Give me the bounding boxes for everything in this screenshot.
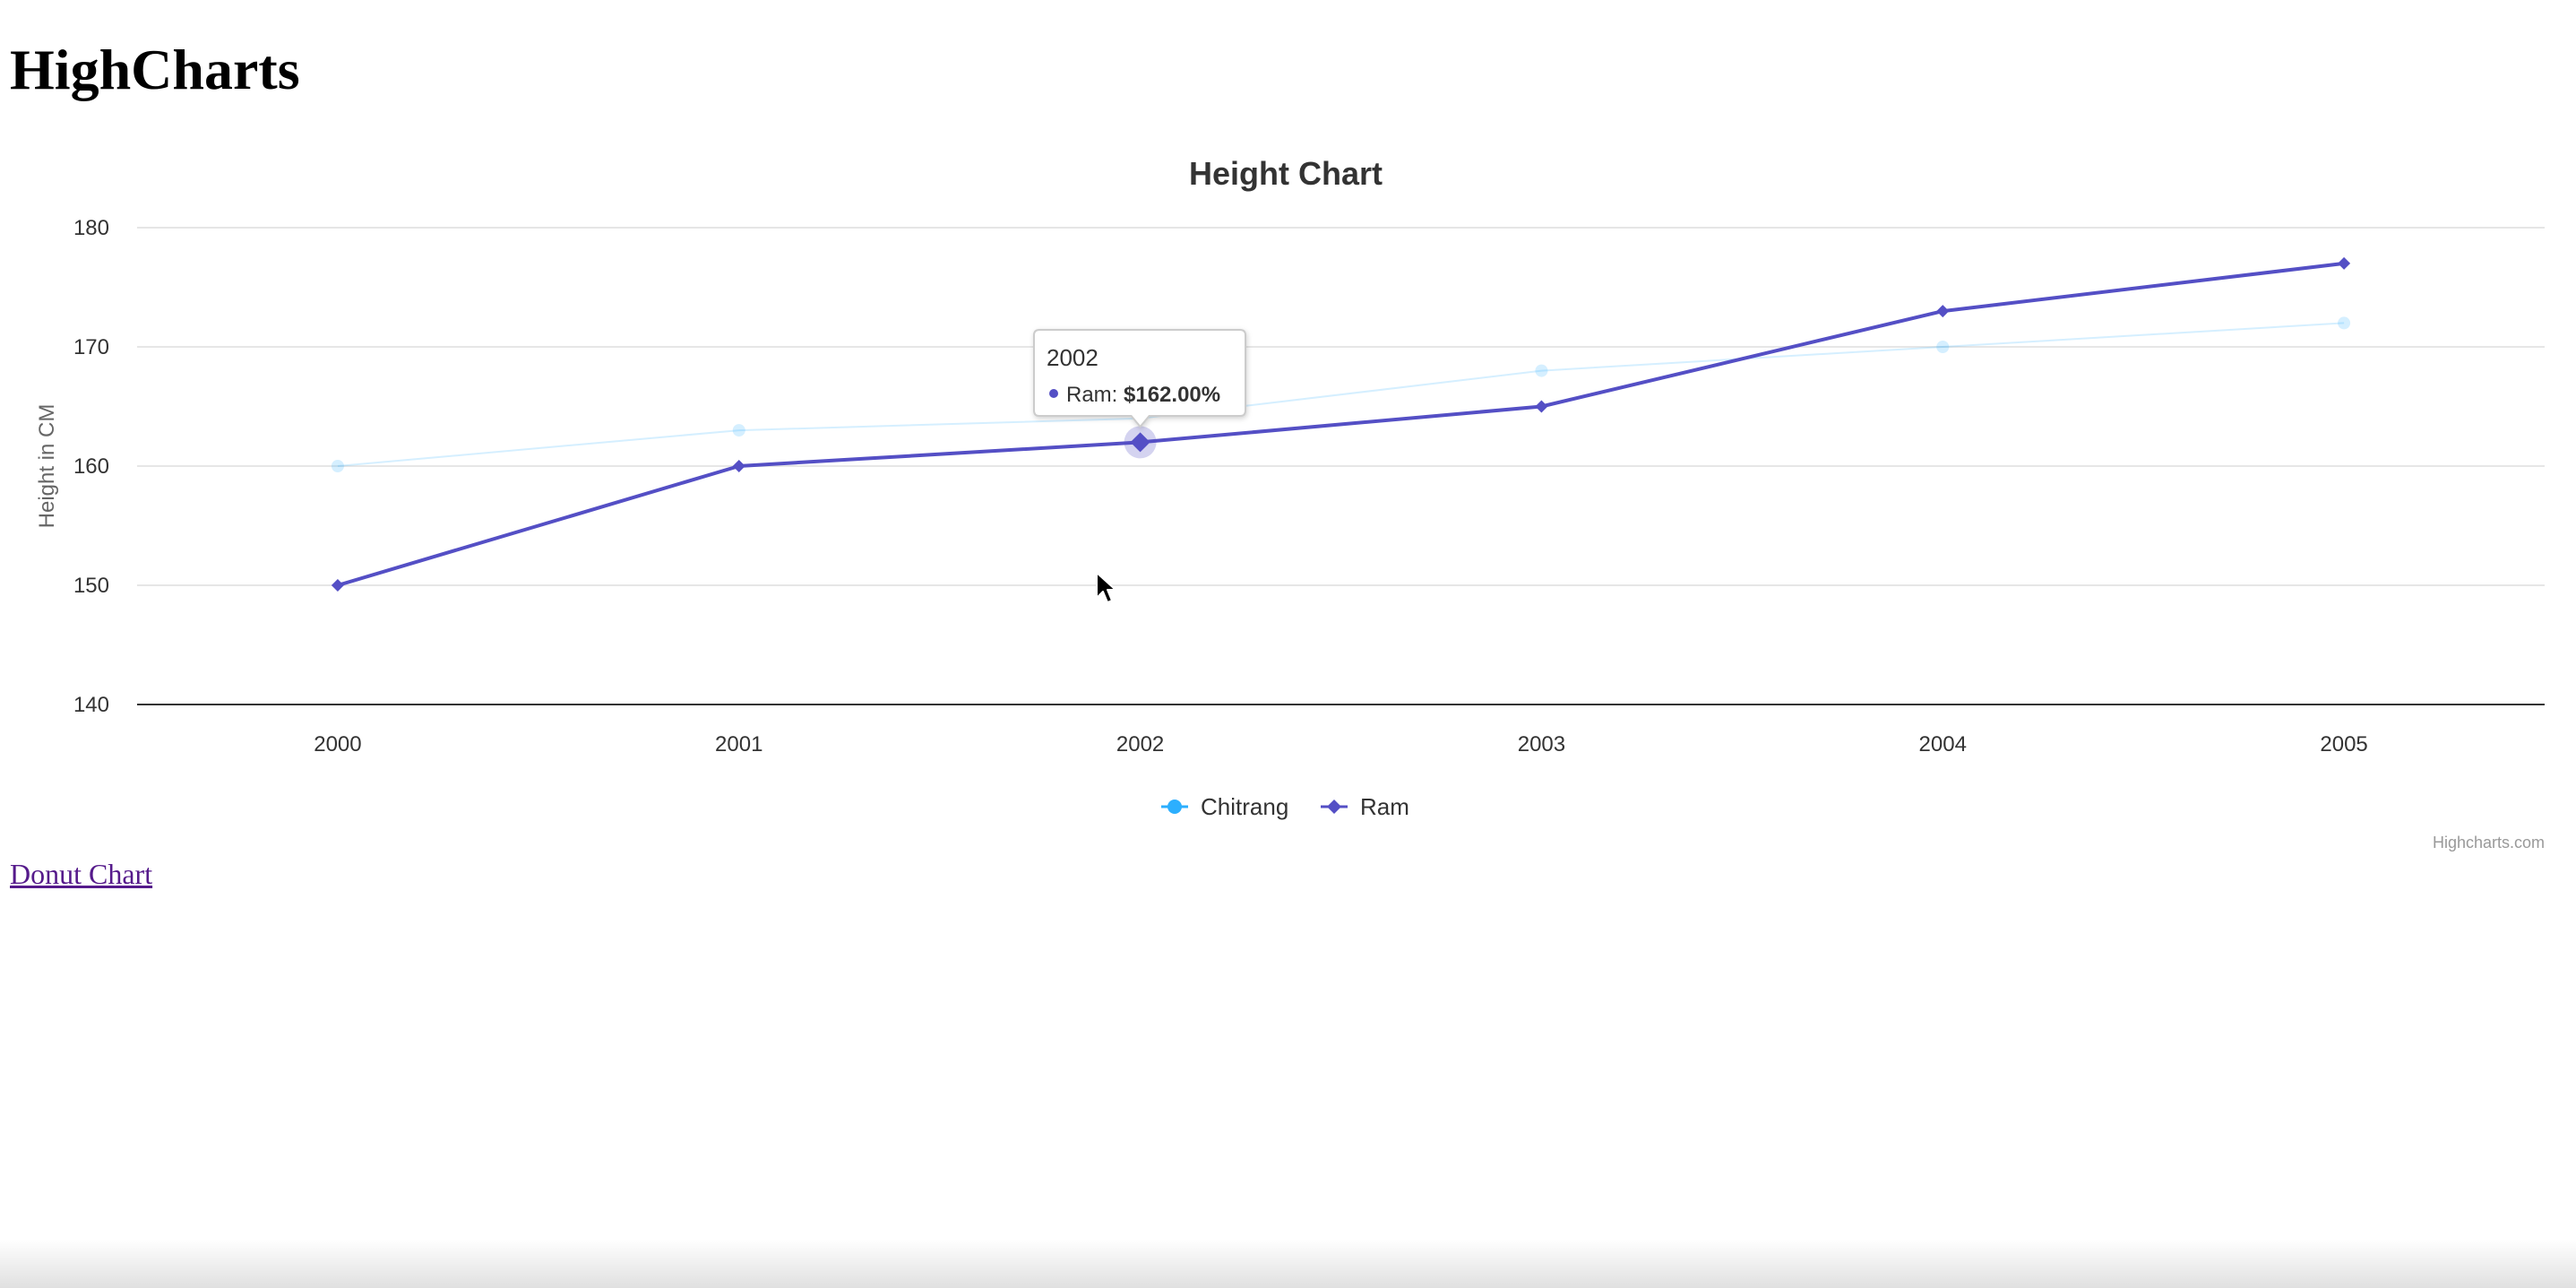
height-chart: Height Chart 140 150 160 170 180 Height in C…: [0, 134, 2576, 869]
x-tick-label: 2004: [1919, 732, 1967, 756]
legend-marker-icon: [1167, 800, 1182, 814]
data-point: [2338, 256, 2351, 270]
legend-label: Ram: [1360, 793, 1409, 820]
data-point: [2338, 316, 2351, 330]
tooltip-series-dot: [1049, 389, 1058, 398]
data-point: [1936, 305, 1950, 318]
y-tick-label: 160: [73, 454, 109, 479]
legend[interactable]: Chitrang Ram: [1161, 793, 1409, 820]
legend-label: Chitrang: [1201, 793, 1288, 820]
y-axis: 140 150 160 170 180: [73, 216, 109, 717]
series-line: [337, 322, 2345, 467]
legend-item-chitrang[interactable]: Chitrang: [1161, 793, 1288, 820]
page-heading: HighCharts: [10, 38, 300, 101]
mouse-cursor-icon: [1096, 572, 1116, 603]
y-axis-title: Height in CM: [35, 404, 59, 529]
data-point: [1535, 364, 1548, 377]
window-bottom-shadow: [0, 1239, 2576, 1288]
donut-chart-link[interactable]: Donut Chart: [10, 856, 152, 892]
data-point: [331, 579, 344, 592]
legend-marker-icon: [1327, 800, 1341, 814]
tooltip-header: 2002: [1047, 344, 1098, 371]
tooltip-series-label: Ram:: [1066, 383, 1124, 407]
y-tick-label: 150: [73, 574, 109, 598]
credits-link[interactable]: Highcharts.com: [2433, 834, 2545, 851]
series-line: [337, 261, 2345, 587]
tooltip-value: $162.00%: [1124, 383, 1220, 407]
tooltip: 2002 Ram: $162.00%: [1033, 329, 1246, 428]
y-tick-label: 180: [73, 216, 109, 240]
chart-title: Height Chart: [1189, 155, 1383, 192]
x-tick-label: 2005: [2320, 732, 2367, 756]
data-point: [732, 424, 745, 437]
data-point: [1535, 400, 1548, 413]
data-point: [732, 460, 745, 472]
y-tick-label: 140: [73, 693, 109, 717]
x-tick-label: 2003: [1518, 732, 1565, 756]
x-tick-label: 2001: [715, 732, 762, 756]
x-tick-label: 2000: [314, 732, 361, 756]
chart-svg: Height Chart 140 150 160 170 180 Height in C…: [35, 155, 2545, 851]
tooltip-body: Ram: $162.00%: [1066, 383, 1220, 407]
legend-item-ram[interactable]: Ram: [1321, 793, 1409, 820]
data-point: [331, 460, 344, 472]
series-chitrang: [331, 316, 2351, 472]
x-axis: 2000 2001 2002 2003 2004 2005: [314, 732, 2368, 756]
data-point: [1936, 341, 1950, 353]
y-tick-label: 170: [73, 335, 109, 359]
series-ram: [331, 256, 2351, 592]
series-group: [331, 256, 2351, 592]
x-tick-label: 2002: [1116, 732, 1164, 756]
